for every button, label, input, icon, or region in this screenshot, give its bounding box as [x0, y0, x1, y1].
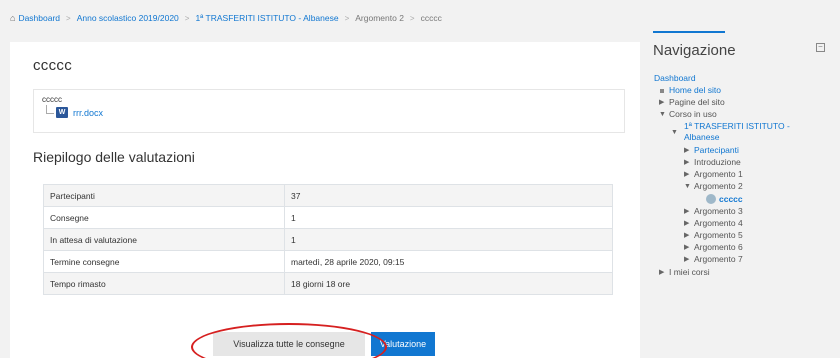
nav-label: ccccc — [719, 194, 743, 204]
bullet-icon — [660, 89, 664, 93]
intro-text: ccccc — [42, 95, 62, 104]
breadcrumb-separator: > — [184, 13, 190, 23]
row-label: Partecipanti — [43, 184, 285, 207]
nav-assignment-ccccc[interactable]: ccccc — [706, 194, 743, 205]
nav-label: Home del sito — [669, 85, 721, 95]
table-row: Termine consegne martedì, 28 aprile 2020… — [43, 250, 613, 273]
page-title: ccccc — [33, 57, 72, 74]
chevron-right-icon: ▶ — [659, 269, 665, 276]
nav-course-name[interactable]: 1ª TRASFERITI ISTITUTO - — [684, 121, 790, 132]
nav-my-courses[interactable]: ▶ I miei corsi — [659, 267, 710, 278]
table-row: Tempo rimasto 18 giorni 18 ore — [43, 272, 613, 295]
nav-topic-5[interactable]: ▶ Argomento 5 — [684, 230, 743, 241]
row-value: martedì, 28 aprile 2020, 09:15 — [284, 250, 613, 273]
chevron-down-icon: ▼ — [684, 183, 691, 190]
breadcrumb-separator: > — [409, 13, 415, 23]
chevron-right-icon: ▶ — [684, 244, 690, 251]
breadcrumb-separator: > — [66, 13, 71, 23]
nav-label: Pagine del sito — [669, 97, 725, 107]
nav-topic-7[interactable]: ▶ Argomento 7 — [684, 254, 743, 265]
row-label: Tempo rimasto — [43, 272, 285, 295]
table-row: In attesa di valutazione 1 — [43, 228, 613, 251]
nav-current-course[interactable]: ▼ Corso in uso — [659, 109, 717, 120]
nav-topic-1[interactable]: ▶ Argomento 1 — [684, 169, 743, 180]
nav-label: Argomento 4 — [694, 218, 743, 228]
nav-label: Dashboard — [654, 73, 696, 83]
row-label: Consegne — [43, 206, 285, 229]
nav-topic-4[interactable]: ▶ Argomento 4 — [684, 218, 743, 229]
nav-label: Introduzione — [694, 157, 741, 167]
chevron-right-icon: ▶ — [659, 99, 665, 106]
nav-label: Corso in uso — [669, 109, 717, 119]
breadcrumb-topic[interactable]: Argomento 2 — [355, 13, 404, 23]
breadcrumb: ⌂ Dashboard > Anno scolastico 2019/2020 … — [10, 11, 442, 25]
nav-label: Argomento 1 — [694, 169, 743, 179]
nav-label: Albanese — [684, 132, 720, 142]
nav-topic-2[interactable]: ▼ Argomento 2 — [684, 181, 743, 192]
grade-button[interactable]: Valutazione — [371, 332, 435, 356]
nav-label: Argomento 2 — [694, 181, 743, 191]
table-row: Consegne 1 — [43, 206, 613, 229]
nav-label: Partecipanti — [694, 145, 739, 155]
nav-dashboard[interactable]: Dashboard — [654, 73, 696, 84]
chevron-down-icon: ▼ — [671, 129, 678, 136]
nav-label: Argomento 5 — [694, 230, 743, 240]
chevron-right-icon: ▶ — [684, 208, 690, 215]
row-value: 1 — [284, 206, 613, 229]
nav-topic-6[interactable]: ▶ Argomento 6 — [684, 242, 743, 253]
nav-label: 1ª TRASFERITI ISTITUTO - — [684, 121, 790, 131]
chevron-right-icon: ▶ — [684, 171, 690, 178]
nav-label: I miei corsi — [669, 267, 710, 277]
home-icon: ⌂ — [10, 13, 16, 23]
row-value: 37 — [284, 184, 613, 207]
row-value: 1 — [284, 228, 613, 251]
word-file-icon: W — [56, 107, 68, 118]
breadcrumb-course[interactable]: 1ª TRASFERITI ISTITUTO - Albanese — [195, 13, 338, 23]
nav-label: Argomento 7 — [694, 254, 743, 264]
main-content: ccccc ccccc W rrr.docx Riepilogo delle v… — [10, 42, 640, 358]
chevron-right-icon: ▶ — [684, 159, 690, 166]
chevron-right-icon: ▶ — [684, 220, 690, 227]
nav-label: Argomento 3 — [694, 206, 743, 216]
chevron-right-icon: ▶ — [684, 232, 690, 239]
nav-participants[interactable]: ▶ Partecipanti — [684, 145, 739, 156]
breadcrumb-school-year[interactable]: Anno scolastico 2019/2020 — [77, 13, 179, 23]
nav-site-pages[interactable]: ▶ Pagine del sito — [659, 97, 725, 108]
breadcrumb-current: ccccc — [420, 13, 442, 23]
nav-introduction[interactable]: ▶ Introduzione — [684, 157, 741, 168]
chevron-right-icon: ▶ — [684, 256, 690, 263]
view-all-submissions-button[interactable]: Visualizza tutte le consegne — [213, 332, 365, 356]
table-row: Partecipanti 37 — [43, 184, 613, 207]
chevron-down-icon: ▼ — [659, 111, 666, 118]
navigation-block: Navigazione – Dashboard Home del sito ▶ … — [652, 30, 840, 358]
navigation-tree: Dashboard Home del sito ▶ Pagine del sit… — [652, 30, 840, 358]
assignment-icon — [706, 194, 716, 204]
breadcrumb-separator: > — [344, 13, 350, 23]
row-label: Termine consegne — [43, 250, 285, 273]
tree-connector — [46, 105, 54, 114]
nav-course-name-line2[interactable]: Albanese — [684, 132, 719, 143]
nav-label: Argomento 6 — [694, 242, 743, 252]
grading-summary-table: Partecipanti 37 Consegne 1 In attesa di … — [43, 184, 613, 295]
attachment: W rrr.docx — [46, 105, 103, 118]
breadcrumb-dashboard[interactable]: Dashboard — [18, 13, 60, 23]
nav-home[interactable]: Home del sito — [659, 85, 721, 96]
assignment-intro: ccccc W rrr.docx — [33, 89, 625, 133]
grading-summary-title: Riepilogo delle valutazioni — [33, 149, 195, 165]
row-label: In attesa di valutazione — [43, 228, 285, 251]
row-value: 18 giorni 18 ore — [284, 272, 613, 295]
attachment-link[interactable]: rrr.docx — [73, 108, 103, 118]
chevron-right-icon: ▶ — [684, 147, 690, 154]
nav-topic-3[interactable]: ▶ Argomento 3 — [684, 206, 743, 217]
